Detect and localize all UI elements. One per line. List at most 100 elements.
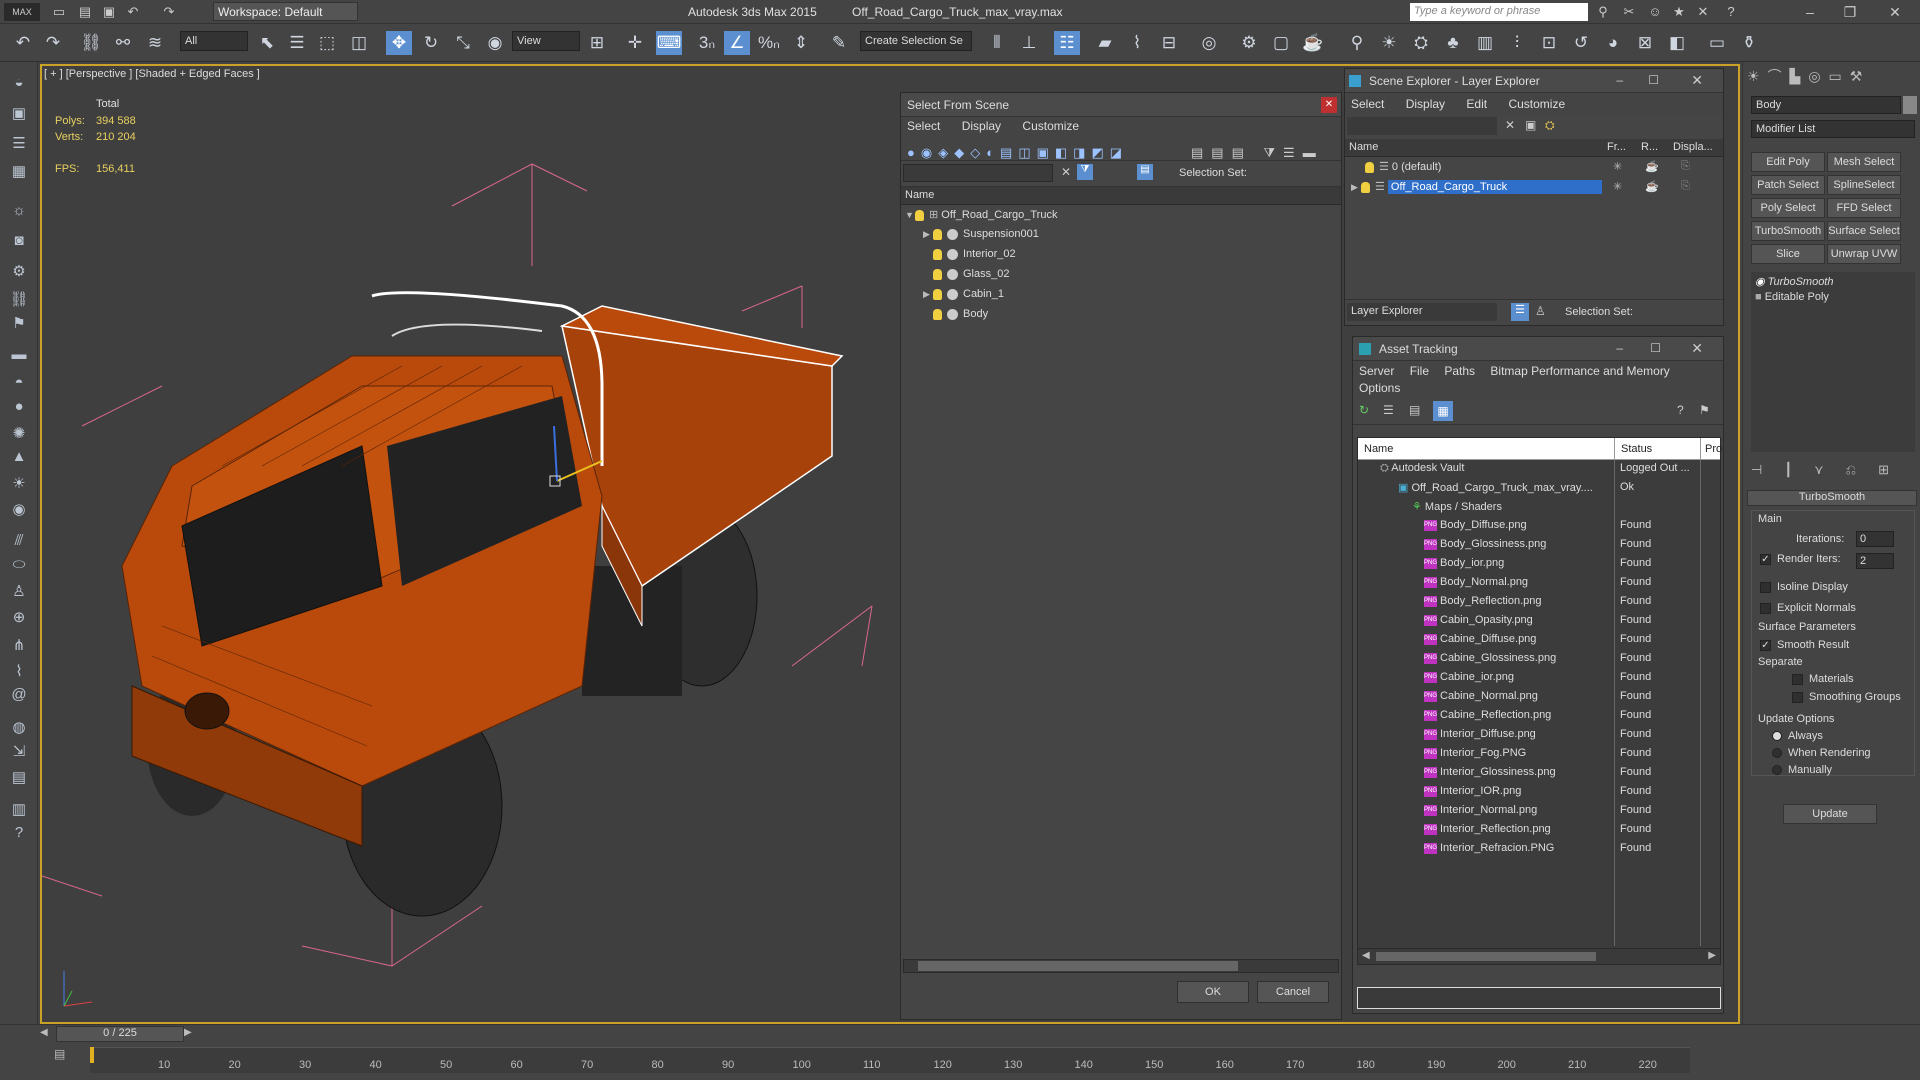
cycle-icon[interactable]: ↺ <box>1568 31 1594 55</box>
selection-filter-dropdown[interactable]: All <box>180 31 248 51</box>
tree-icon[interactable]: ♣ <box>1440 31 1466 55</box>
ok-button[interactable]: OK <box>1177 981 1249 1003</box>
scrollbar-thumb[interactable] <box>918 961 1238 971</box>
table-row[interactable]: PNG Body_Normal.png Found <box>1358 574 1720 593</box>
edit-poly-button[interactable]: Edit Poly <box>1751 152 1825 172</box>
binoculars-icon[interactable]: ⚲ <box>1594 3 1612 21</box>
rect-selection-icon[interactable]: ⬚ <box>314 31 340 55</box>
help-icon[interactable]: ? <box>1677 403 1684 417</box>
selection-set-icon[interactable]: ▤ <box>1137 164 1153 180</box>
tree-view-icon[interactable]: ▤ <box>1409 403 1420 417</box>
align-icon[interactable]: ⊥ <box>1016 31 1042 55</box>
smoothing-groups-checkbox[interactable]: Smoothing Groups <box>1792 691 1901 703</box>
table-row[interactable]: ⛭ Autodesk Vault Logged Out ... <box>1358 460 1720 479</box>
user-icon[interactable]: ☺ <box>1646 3 1664 21</box>
export-icon[interactable]: ⇲ <box>7 742 31 764</box>
table-row[interactable]: PNG Interior_Fog.PNG Found <box>1358 745 1720 764</box>
undo-icon[interactable]: ↶ <box>124 3 142 21</box>
layers-icon[interactable]: ☰ <box>1511 303 1529 321</box>
stairs-icon[interactable]: ⫻ <box>7 532 31 554</box>
spline-select-button[interactable]: SplineSelect <box>1827 175 1901 195</box>
render-icon[interactable]: ☕ <box>1300 31 1326 55</box>
maximize-icon[interactable]: ☐ <box>1648 73 1659 87</box>
scale-icon[interactable]: ⤡ <box>450 31 476 55</box>
table-row[interactable]: PNG Body_Reflection.png Found <box>1358 593 1720 612</box>
layer-row-default[interactable]: ☰ 0 (default) ✳ ☕ ⎘ <box>1345 157 1723 177</box>
render-icon[interactable]: ▣ <box>7 104 31 126</box>
col-freeze[interactable]: Fr... <box>1607 141 1626 153</box>
menu-customize[interactable]: Customize <box>1508 97 1565 111</box>
light-bulb-icon[interactable]: ☼ <box>7 202 31 224</box>
spinner-snap-icon[interactable]: ⇕ <box>788 31 814 55</box>
graphite-icon[interactable]: ▰ <box>1092 31 1118 55</box>
cancel-button[interactable]: Cancel <box>1257 981 1329 1003</box>
search-input[interactable]: Type a keyword or phrase <box>1410 3 1588 21</box>
list-item[interactable]: Glass_02 <box>901 265 1341 285</box>
refresh-icon[interactable]: ↻ <box>1359 403 1369 417</box>
fan-icon[interactable]: ✺ <box>7 424 31 446</box>
dome-icon[interactable]: ◓ <box>7 374 31 396</box>
find-input[interactable] <box>903 164 1053 182</box>
object-color-swatch[interactable] <box>1903 96 1917 114</box>
clear-icon[interactable]: ✕ <box>1505 118 1515 132</box>
patch-select-button[interactable]: Patch Select <box>1751 175 1825 195</box>
table-row[interactable]: PNG Interior_Glossiness.png Found <box>1358 764 1720 783</box>
bulb-icon[interactable]: ⚱ <box>1736 31 1762 55</box>
object-name-field[interactable]: Body <box>1751 96 1901 114</box>
menu-select[interactable]: Select <box>907 119 940 133</box>
tools-icon[interactable]: ✂ <box>1620 3 1638 21</box>
person-icon[interactable]: ♙ <box>7 582 31 604</box>
modifier-list-dropdown[interactable]: Modifier List <box>1751 120 1915 138</box>
snaps-icon[interactable]: 3ₙ <box>694 31 720 55</box>
box-icon[interactable]: ▭ <box>1704 31 1730 55</box>
move-icon[interactable]: ✥ <box>386 31 412 55</box>
cone-icon[interactable]: ▲ <box>7 448 31 470</box>
layer-icon[interactable]: ⛭ <box>1545 118 1555 133</box>
robot-icon[interactable]: ⚙ <box>7 262 31 284</box>
asset-path-input[interactable] <box>1357 987 1721 1009</box>
render-frame-icon[interactable]: ▢ <box>1268 31 1294 55</box>
menu-bitmap-performance[interactable]: Bitmap Performance and Memory <box>1490 364 1669 378</box>
scene-icon[interactable]: ▤ <box>7 768 31 790</box>
new-file-icon[interactable]: ▭ <box>50 3 68 21</box>
table-row[interactable]: PNG Interior_Refracion.PNG Found <box>1358 840 1720 859</box>
list-icon[interactable]: ☰ <box>7 134 31 156</box>
render-iters-row[interactable]: ✓ Render Iters: <box>1760 553 1841 565</box>
when-rendering-radio[interactable]: When Rendering <box>1772 747 1871 759</box>
table-row[interactable]: PNG Cabine_ior.png Found <box>1358 669 1720 688</box>
ball-icon[interactable]: ◉ <box>7 500 31 522</box>
menu-paths[interactable]: Paths <box>1444 364 1475 378</box>
render-iters-spinner[interactable]: 2 <box>1856 553 1894 569</box>
angle-snap-icon[interactable]: ∠ <box>724 31 750 55</box>
sort-icons[interactable]: ▤▤▤ ⧩☰▬ <box>1191 145 1324 161</box>
table-row[interactable]: PNG Body_ior.png Found <box>1358 555 1720 574</box>
stack-item-turbosmooth[interactable]: ◉ TurboSmooth <box>1751 272 1915 291</box>
link-icon[interactable]: ⛓ <box>78 31 104 55</box>
grass-icon[interactable]: ⋔ <box>7 636 31 658</box>
save-file-icon[interactable]: ▣ <box>100 3 118 21</box>
list-item[interactable]: Body <box>901 305 1341 325</box>
select-object-icon[interactable]: ⬉ <box>254 31 280 55</box>
menu-server[interactable]: Server <box>1359 364 1394 378</box>
slice-button[interactable]: Slice <box>1751 244 1825 264</box>
rotate-icon[interactable]: ↻ <box>418 31 444 55</box>
minimize-icon[interactable]: – <box>1616 341 1623 355</box>
visibility-icon[interactable] <box>933 268 942 280</box>
menu-customize[interactable]: Customize <box>1022 119 1079 133</box>
redo-icon[interactable]: ↷ <box>160 3 178 21</box>
next-frame-icon[interactable]: ▶ <box>184 1027 192 1038</box>
ffd-select-button[interactable]: FFD Select <box>1827 198 1901 218</box>
materials-checkbox[interactable]: Materials <box>1792 673 1854 685</box>
globe-icon[interactable]: ⊕ <box>7 608 31 630</box>
list-view-icon[interactable]: ☰ <box>1383 403 1394 417</box>
visibility-icon[interactable] <box>933 308 942 320</box>
surface-select-button[interactable]: Surface Select <box>1827 221 1901 241</box>
grid-icon[interactable]: ▦ <box>7 162 31 184</box>
cube-icon[interactable]: ◧ <box>1664 31 1690 55</box>
table-row[interactable]: PNG Interior_Reflection.png Found <box>1358 821 1720 840</box>
help-icon[interactable]: ? <box>1722 3 1740 21</box>
lock-icon[interactable]: ⊡ <box>1536 31 1562 55</box>
col-name[interactable]: Name <box>1349 141 1378 153</box>
list-item[interactable]: Interior_02 <box>901 245 1341 265</box>
material-editor-icon[interactable]: ◎ <box>1196 31 1222 55</box>
